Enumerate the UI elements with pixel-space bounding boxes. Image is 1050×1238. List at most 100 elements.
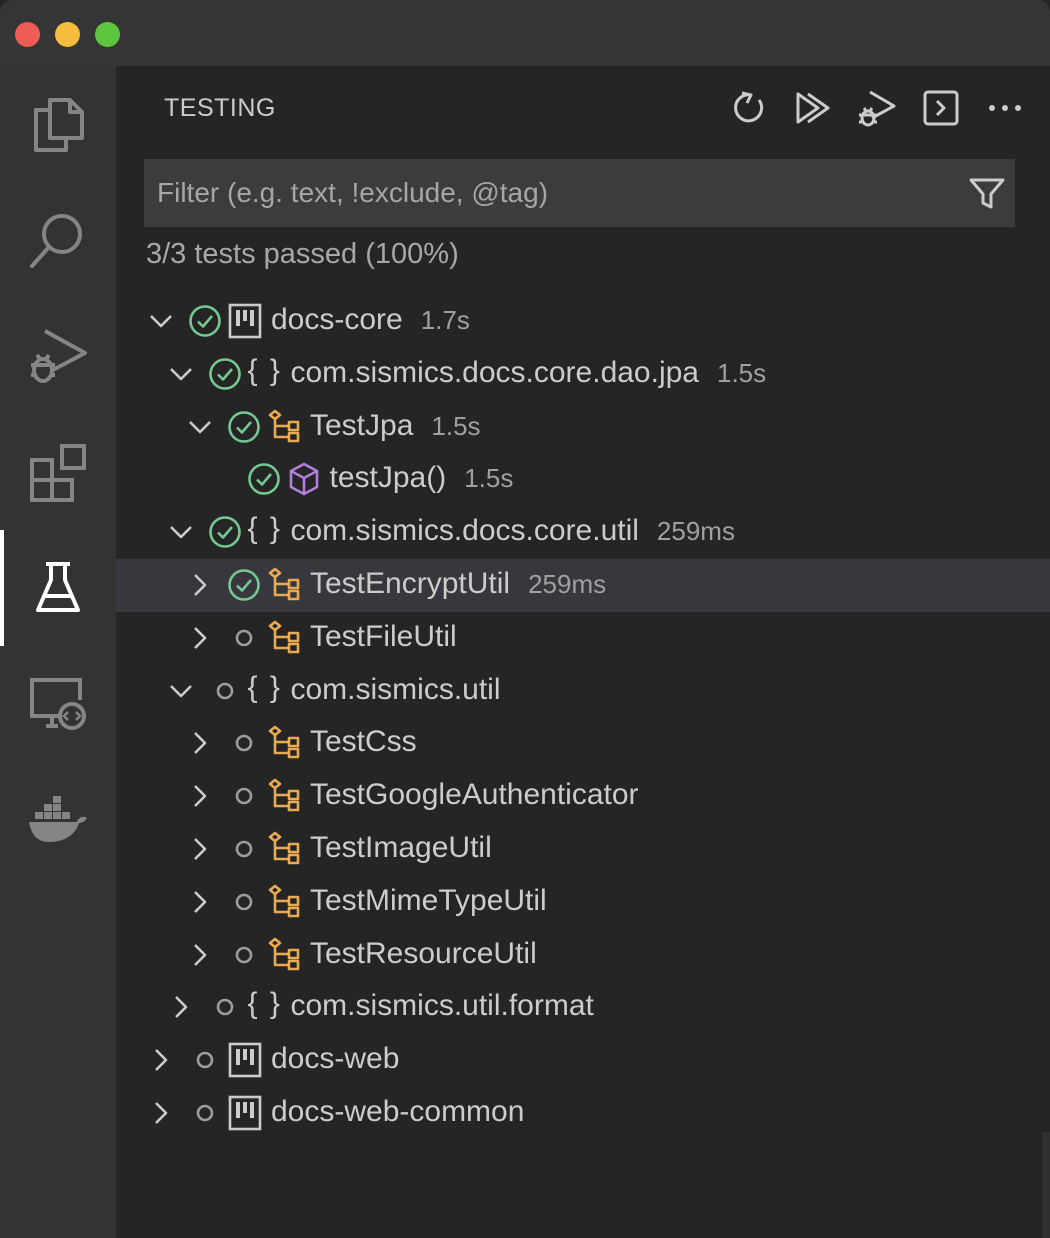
tree-item-label: com.sismics.util.format: [291, 989, 594, 1023]
class-icon: [268, 409, 300, 443]
tree-item[interactable]: { } com.sismics.util.format: [116, 981, 1050, 1034]
filter-input[interactable]: [144, 159, 944, 227]
test-name: docs-web-common: [271, 1095, 525, 1128]
tree-item[interactable]: docs-web-common: [116, 1087, 1050, 1140]
namespace-kind: { }: [247, 987, 282, 1020]
more-actions-button[interactable]: [980, 84, 1030, 132]
module-icon: [228, 1042, 262, 1078]
search-button[interactable]: [0, 182, 116, 298]
tree-item[interactable]: TestJpa 1.5s: [116, 401, 1050, 454]
tree-item[interactable]: TestFileUtil: [116, 612, 1050, 665]
show-output-button[interactable]: [916, 84, 966, 132]
chevron-right-icon: [194, 574, 207, 596]
explorer-button[interactable]: [0, 66, 116, 182]
tree-toggle[interactable]: [185, 728, 215, 758]
tree-item[interactable]: { } com.sismics.docs.core.util 259ms: [116, 506, 1050, 559]
run-all-tests-button[interactable]: [788, 84, 838, 132]
chevron-right-icon: [194, 891, 207, 913]
tree-item[interactable]: docs-web: [116, 1034, 1050, 1087]
tree-item-label: TestFileUtil: [310, 620, 457, 654]
tree-toggle[interactable]: [146, 306, 176, 336]
debug-all-tests-button[interactable]: [852, 84, 902, 132]
tree-item[interactable]: { } com.sismics.docs.core.dao.jpa 1.5s: [116, 348, 1050, 401]
class-icon: [268, 778, 300, 812]
test-status: [188, 1043, 222, 1077]
chevron-right-icon: [194, 627, 207, 649]
chevron-down-icon: [189, 421, 211, 434]
tree-item-label: docs-core 1.7s: [271, 303, 470, 337]
tree-toggle[interactable]: [185, 570, 215, 600]
test-status: [227, 621, 261, 655]
passed-icon: [247, 463, 280, 495]
run-debug-icon: [31, 329, 87, 383]
chevron-right-icon: [194, 785, 207, 807]
sidebar-header: TESTING: [116, 66, 1050, 150]
namespace-kind: { }: [247, 354, 282, 387]
zoom-window-button[interactable]: [95, 22, 120, 47]
test-name: com.sismics.docs.core.util: [290, 514, 639, 547]
filter-button[interactable]: [967, 173, 1007, 213]
tree-toggle[interactable]: [185, 940, 215, 970]
tree-item[interactable]: docs-core 1.7s: [116, 295, 1050, 348]
module-kind: [228, 303, 262, 339]
tree-item[interactable]: TestResourceUtil: [116, 929, 1050, 982]
minimize-window-button[interactable]: [55, 22, 80, 47]
tree-toggle[interactable]: [185, 412, 215, 442]
tree-toggle[interactable]: [166, 676, 196, 706]
testing-button[interactable]: [0, 530, 116, 646]
tree-toggle[interactable]: [185, 834, 215, 864]
class-kind: [267, 778, 303, 814]
tree-toggle[interactable]: [166, 517, 196, 547]
testing-sidebar: TESTING Filter (e.g. text, !exclude, @ta…: [116, 66, 1050, 1238]
tree-item-label: TestMimeTypeUtil: [310, 884, 547, 918]
tree-item-label: com.sismics.util: [291, 673, 501, 707]
remote-explorer-button[interactable]: [0, 646, 116, 762]
test-name: TestGoogleAuthenticator: [310, 778, 639, 811]
tree-toggle[interactable]: [166, 359, 196, 389]
test-duration: 1.7s: [420, 305, 470, 335]
tree-toggle[interactable]: [146, 1045, 176, 1075]
terminal-icon: [923, 90, 959, 126]
tree-item[interactable]: TestEncryptUtil 259ms: [116, 559, 1050, 612]
tree-toggle[interactable]: [185, 781, 215, 811]
test-name: TestJpa: [310, 409, 414, 442]
class-icon: [268, 937, 300, 971]
scrollbar-track[interactable]: [1042, 1132, 1050, 1238]
tree-item[interactable]: { } com.sismics.util: [116, 665, 1050, 718]
tree-item-label: TestEncryptUtil 259ms: [310, 567, 606, 601]
tree-item[interactable]: TestMimeTypeUtil: [116, 876, 1050, 929]
docker-button[interactable]: [0, 762, 116, 878]
tree-item[interactable]: testJpa() 1.5s: [116, 453, 1050, 506]
tree-toggle[interactable]: [146, 1098, 176, 1128]
tree-toggle[interactable]: [185, 623, 215, 653]
test-summary: 3/3 tests passed (100%): [146, 238, 459, 270]
not-run-icon: [196, 1051, 214, 1069]
tree-item-label: com.sismics.docs.core.util 259ms: [291, 514, 735, 548]
test-name: TestMimeTypeUtil: [310, 884, 547, 917]
tree-item[interactable]: TestImageUtil: [116, 823, 1050, 876]
test-status: [227, 568, 261, 602]
passed-icon: [208, 358, 241, 390]
chevron-right-icon: [194, 838, 207, 860]
tree-item[interactable]: TestCss: [116, 717, 1050, 770]
class-kind: [267, 620, 303, 656]
not-run-icon: [235, 840, 253, 858]
close-window-button[interactable]: [15, 22, 40, 47]
tree-item[interactable]: TestGoogleAuthenticator: [116, 770, 1050, 823]
tree-toggle[interactable]: [166, 992, 196, 1022]
namespace-kind: { }: [247, 512, 282, 545]
not-run-icon: [216, 682, 233, 700]
class-kind: [267, 725, 303, 761]
test-duration: 1.5s: [431, 411, 481, 441]
run-debug-button[interactable]: [0, 298, 116, 414]
tree-toggle[interactable]: [185, 887, 215, 917]
test-name: TestEncryptUtil: [310, 567, 511, 600]
tree-item-label: TestCss: [310, 725, 417, 759]
chevron-right-icon: [194, 732, 207, 754]
extensions-button[interactable]: [0, 414, 116, 530]
test-status: [188, 304, 222, 338]
chevron-right-icon: [155, 1102, 168, 1124]
class-kind: [267, 884, 303, 920]
search-icon: [30, 214, 82, 268]
refresh-tests-button[interactable]: [724, 84, 774, 132]
